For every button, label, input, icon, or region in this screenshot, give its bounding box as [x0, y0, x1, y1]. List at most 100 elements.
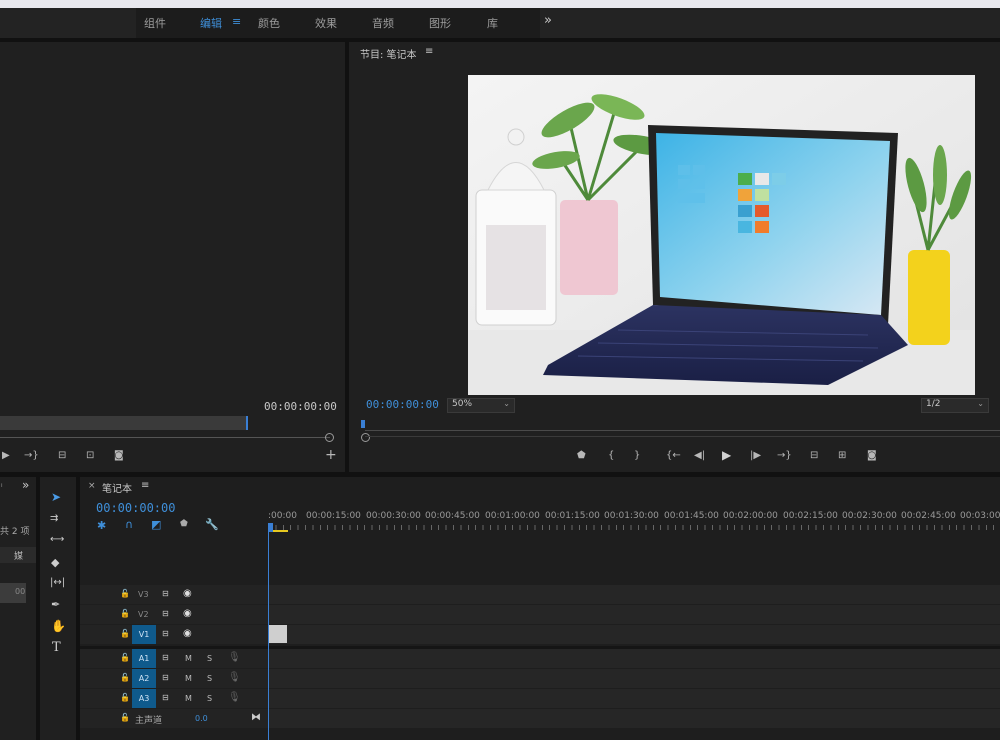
- track-select-tool-icon[interactable]: ⇉: [50, 513, 58, 524]
- project-tab-stub[interactable]: ᵢ: [1, 480, 3, 490]
- timeline-playhead-line[interactable]: [268, 532, 269, 740]
- workspace-tab-effects[interactable]: 效果: [315, 15, 337, 31]
- export-frame-icon[interactable]: ◙: [867, 450, 877, 461]
- track-target-a2[interactable]: A2: [132, 669, 156, 688]
- sync-lock-icon[interactable]: ⊟: [162, 629, 169, 638]
- program-ruler[interactable]: [365, 430, 1000, 431]
- pen-tool-icon[interactable]: ✒: [51, 598, 60, 611]
- mute-button[interactable]: M: [185, 674, 192, 683]
- mute-button[interactable]: M: [185, 654, 192, 663]
- program-playhead[interactable]: [361, 420, 365, 428]
- solo-button[interactable]: S: [207, 694, 212, 703]
- linked-selection-icon[interactable]: ◩: [151, 518, 161, 531]
- source-timecode[interactable]: 00:00:00:00: [264, 400, 337, 413]
- program-scroll-track[interactable]: [365, 436, 1000, 437]
- source-scroll-handle[interactable]: [246, 416, 248, 430]
- slip-tool-icon[interactable]: |↔|: [50, 577, 65, 588]
- sequence-tab[interactable]: 笔记本: [102, 480, 132, 495]
- overwrite-icon[interactable]: ⊡: [86, 450, 94, 461]
- go-to-out-icon[interactable]: →}: [777, 450, 792, 461]
- workspace-menu-icon[interactable]: ≡: [232, 15, 241, 28]
- source-timeline-track[interactable]: [0, 437, 330, 438]
- more-panels-icon[interactable]: »: [22, 478, 29, 492]
- track-lane-v3[interactable]: [268, 585, 1000, 604]
- lock-icon[interactable]: 🔓: [120, 629, 130, 638]
- source-zoom-scrollbar[interactable]: [0, 416, 246, 430]
- snap-magnet-icon[interactable]: ∩: [125, 518, 133, 531]
- extract-icon[interactable]: ⊞: [838, 450, 846, 461]
- add-marker-icon[interactable]: ⬟: [577, 450, 586, 461]
- selection-tool-icon[interactable]: ➤: [51, 490, 61, 504]
- camera-icon[interactable]: ◙: [114, 450, 124, 461]
- sync-lock-icon[interactable]: ⊟: [162, 673, 169, 682]
- hand-tool-icon[interactable]: ✋: [51, 619, 66, 633]
- add-button-icon[interactable]: +: [325, 447, 337, 463]
- program-video-frame[interactable]: [468, 75, 975, 395]
- project-column-header[interactable]: 媒: [0, 547, 36, 563]
- track-lane-master[interactable]: [268, 709, 1000, 728]
- go-to-in-icon[interactable]: {←: [666, 450, 681, 461]
- track-lane-v2[interactable]: [268, 605, 1000, 624]
- source-timeline-end-handle[interactable]: [325, 433, 334, 442]
- lock-icon[interactable]: 🔓: [120, 693, 130, 702]
- microphone-icon[interactable]: 🎙: [228, 692, 241, 703]
- eye-icon[interactable]: ◉: [183, 588, 192, 599]
- timeline-playhead-handle[interactable]: [268, 523, 273, 532]
- track-lane-a3[interactable]: [268, 689, 1000, 708]
- zoom-select[interactable]: 50% ⌄: [447, 398, 515, 413]
- type-tool-icon[interactable]: T: [52, 640, 61, 655]
- program-scroll-handle[interactable]: [361, 433, 370, 442]
- video-clip[interactable]: [269, 625, 287, 643]
- master-pan-icon[interactable]: ⧓: [251, 712, 261, 723]
- razor-tool-icon[interactable]: ◆: [51, 556, 59, 569]
- program-monitor-title[interactable]: 节目: 笔记本: [360, 46, 417, 61]
- mark-in-icon[interactable]: {: [608, 450, 614, 461]
- lock-icon[interactable]: 🔓: [120, 673, 130, 682]
- time-ruler[interactable]: :00:00 00:00:15:00 00:00:30:00 00:00:45:…: [268, 499, 1000, 533]
- workspace-tab-color[interactable]: 颜色: [258, 15, 280, 31]
- track-target-v1[interactable]: V1: [132, 625, 156, 644]
- play-icon[interactable]: ▶: [722, 448, 731, 462]
- sync-lock-icon[interactable]: ⊟: [162, 609, 169, 618]
- wrench-icon[interactable]: 🔧: [205, 518, 219, 531]
- eye-icon[interactable]: ◉: [183, 628, 192, 639]
- lock-icon[interactable]: 🔓: [120, 589, 130, 598]
- workspace-tab-libraries[interactable]: 库: [487, 15, 498, 31]
- program-timecode[interactable]: 00:00:00:00: [366, 398, 439, 411]
- microphone-icon[interactable]: 🎙: [228, 672, 241, 683]
- mark-out-icon[interactable]: }: [634, 450, 640, 461]
- ripple-edit-tool-icon[interactable]: ⟷: [50, 534, 64, 545]
- play-icon[interactable]: ▶: [2, 450, 10, 461]
- step-forward-icon[interactable]: |▶: [750, 450, 761, 461]
- step-back-icon[interactable]: ◀|: [694, 450, 705, 461]
- go-to-out-icon[interactable]: →}: [24, 450, 39, 461]
- lock-icon[interactable]: 🔓: [120, 653, 130, 662]
- solo-button[interactable]: S: [207, 654, 212, 663]
- mute-button[interactable]: M: [185, 694, 192, 703]
- close-icon[interactable]: ×: [88, 481, 96, 491]
- sync-lock-icon[interactable]: ⊟: [162, 653, 169, 662]
- lock-icon[interactable]: 🔓: [120, 609, 130, 618]
- workspace-tab-graphics[interactable]: 图形: [429, 15, 451, 31]
- resolution-select[interactable]: 1/2 ⌄: [921, 398, 989, 413]
- lift-icon[interactable]: ⊟: [810, 450, 818, 461]
- microphone-icon[interactable]: 🎙: [228, 652, 241, 663]
- insert-icon[interactable]: ⊟: [58, 450, 66, 461]
- solo-button[interactable]: S: [207, 674, 212, 683]
- sync-lock-icon[interactable]: ⊟: [162, 589, 169, 598]
- sync-lock-icon[interactable]: ⊟: [162, 693, 169, 702]
- master-volume-value[interactable]: 0.0: [195, 714, 208, 723]
- workspace-more-icon[interactable]: »: [544, 13, 552, 28]
- track-target-a3[interactable]: A3: [132, 689, 156, 708]
- sequence-menu-icon[interactable]: ≡: [141, 480, 149, 491]
- timeline-timecode[interactable]: 00:00:00:00: [96, 501, 175, 515]
- project-list-item[interactable]: 00: [0, 583, 26, 603]
- track-lane-a2[interactable]: [268, 669, 1000, 688]
- add-marker-icon[interactable]: ⬟: [180, 519, 188, 529]
- eye-icon[interactable]: ◉: [183, 608, 192, 619]
- lock-icon[interactable]: 🔓: [120, 713, 130, 722]
- track-target-a1[interactable]: A1: [132, 649, 156, 668]
- track-lane-v1[interactable]: [268, 625, 1000, 644]
- workspace-tab-editing[interactable]: 编辑: [200, 15, 222, 31]
- nest-icon[interactable]: ✱: [97, 519, 106, 532]
